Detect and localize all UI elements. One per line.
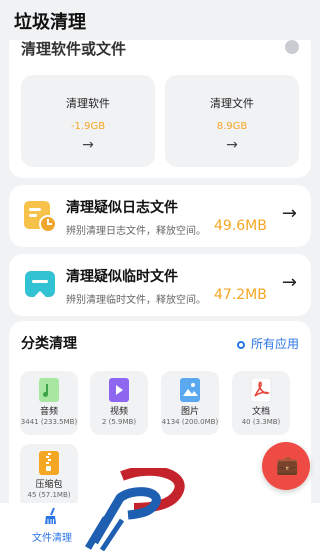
category-audio[interactable]: 音频 3441 (233.5MB) <box>20 371 78 435</box>
section-title: 分类清理 <box>21 336 77 352</box>
category-name: 压缩包 <box>35 480 63 490</box>
clean-temp-files-row[interactable]: 清理疑似临时文件 辨别清理临时文件，释放空间。 47.2MB → <box>9 254 311 316</box>
log-file-icon <box>22 199 58 233</box>
tile-value: -1.9GB <box>70 121 106 132</box>
category-count: 3441 (233.5MB) <box>20 418 78 426</box>
category-count: 40 (3.3MB) <box>241 418 281 426</box>
top-bar: 垃圾清理 <box>0 0 320 40</box>
page-title: 垃圾清理 <box>14 12 86 33</box>
category-name: 文档 <box>251 407 270 417</box>
arrow-right-icon: → <box>281 272 297 293</box>
clean-log-files-row[interactable]: 清理疑似日志文件 辨别清理日志文件，释放空间。 49.6MB → <box>9 185 311 247</box>
nav-file-clean[interactable]: 文件清理 <box>30 507 74 544</box>
archive-file-icon <box>38 451 60 475</box>
video-file-icon <box>108 378 130 402</box>
arrow-right-icon: → <box>226 137 238 153</box>
category-image[interactable]: 图片 4134 (200.0MB) <box>161 371 219 435</box>
clean-software-tile[interactable]: 清理软件 -1.9GB → <box>21 75 155 167</box>
arrow-right-icon: → <box>82 137 94 153</box>
pie-chart-icon <box>285 40 299 54</box>
target-icon <box>236 340 245 349</box>
all-apps-link[interactable]: 所有应用 <box>236 335 299 352</box>
category-name: 视频 <box>109 407 128 417</box>
category-count: 2 (5.9MB) <box>101 418 137 426</box>
category-count: 4134 (200.0MB) <box>161 418 219 426</box>
clean-software-or-files-card: 清理软件或文件 清理软件 -1.9GB → 清理文件 8.9GB → <box>9 30 311 178</box>
audio-file-icon <box>38 378 60 402</box>
nav-label: 文件清理 <box>32 533 72 544</box>
clean-fab-button[interactable]: 💼 <box>262 442 310 490</box>
tile-label: 清理软件 <box>66 97 110 110</box>
broom-icon <box>30 507 74 529</box>
category-name: 音频 <box>39 407 58 417</box>
row-subtitle: 辨别清理临时文件，释放空间。 <box>66 295 206 306</box>
row-title: 清理疑似日志文件 <box>66 200 178 216</box>
row-title: 清理疑似临时文件 <box>66 269 178 285</box>
image-file-icon <box>179 378 201 402</box>
tile-value: 8.9GB <box>216 121 248 132</box>
category-document[interactable]: 文档 40 (3.3MB) <box>232 371 290 435</box>
arrow-right-icon: → <box>281 203 297 224</box>
briefcase-icon: 💼 <box>276 455 299 476</box>
category-count: 45 (57.1MB) <box>27 491 71 499</box>
card-title: 清理软件或文件 <box>21 40 127 58</box>
category-name: 图片 <box>180 407 199 417</box>
watermark-logo <box>82 465 192 551</box>
clean-files-tile[interactable]: 清理文件 8.9GB → <box>165 75 299 167</box>
tile-label: 清理文件 <box>210 97 254 110</box>
temp-file-icon <box>22 268 58 302</box>
row-size: 49.6MB <box>214 218 267 234</box>
row-subtitle: 辨别清理日志文件，释放空间。 <box>66 226 206 237</box>
pdf-document-icon <box>250 377 272 403</box>
category-video[interactable]: 视频 2 (5.9MB) <box>90 371 148 435</box>
all-apps-label: 所有应用 <box>250 337 299 351</box>
row-size: 47.2MB <box>214 287 267 303</box>
category-archive[interactable]: 压缩包 45 (57.1MB) <box>20 444 78 508</box>
